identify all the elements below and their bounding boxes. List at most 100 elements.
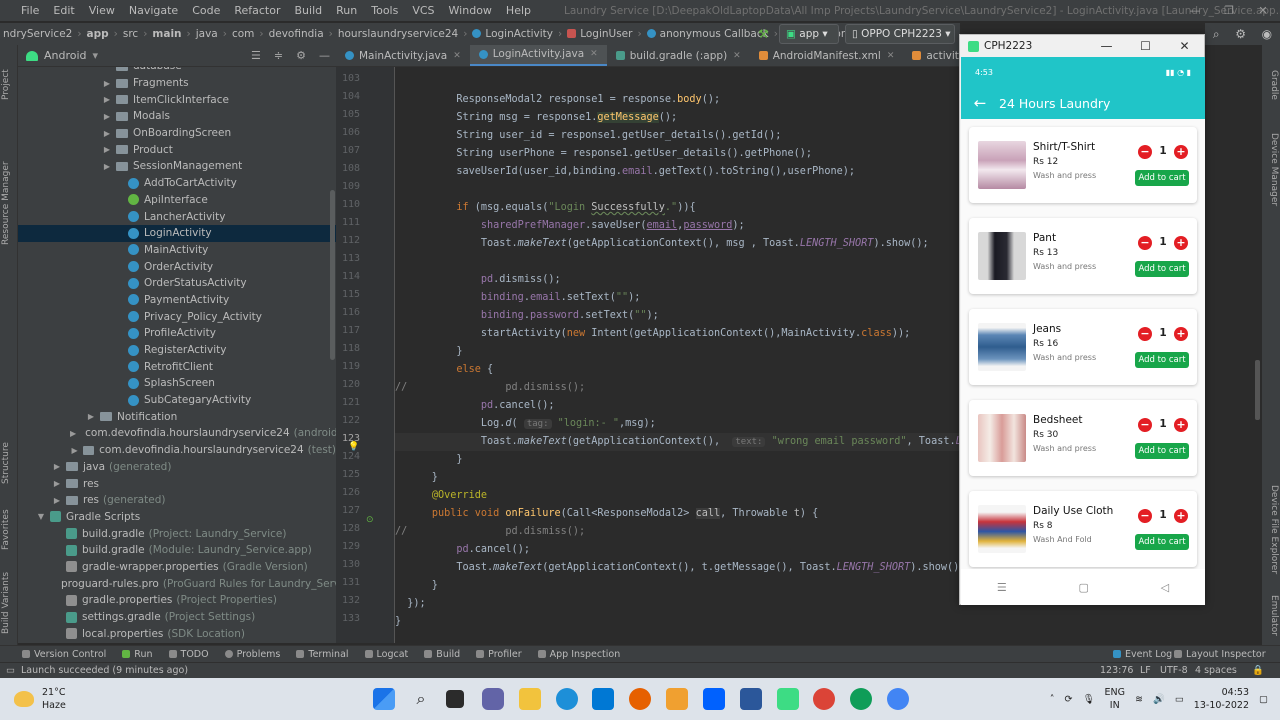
tab-build[interactable]: Build — [416, 649, 468, 660]
breadcrumb-devofindia[interactable]: devofindia — [266, 28, 327, 40]
avatar-icon[interactable]: ◉ — [1262, 27, 1272, 41]
vtab-emulator[interactable]: Emulator — [1263, 590, 1279, 640]
expand-all-icon[interactable]: ☰ — [251, 49, 261, 62]
chevron-right-icon[interactable]: ▶ — [52, 479, 62, 488]
tree-item[interactable]: AddToCartActivity — [18, 175, 336, 192]
menu-file[interactable]: File — [14, 4, 46, 17]
menu-vcs[interactable]: VCS — [405, 4, 441, 17]
increment-button[interactable]: + — [1174, 236, 1188, 250]
add-to-cart-button[interactable]: Add to cart — [1135, 352, 1189, 368]
tree-item[interactable]: OrderStatusActivity — [18, 275, 336, 292]
tree-item[interactable]: gradle-wrapper.properties (Gradle Version… — [18, 559, 336, 576]
decrement-button[interactable]: − — [1138, 418, 1152, 432]
add-to-cart-button[interactable]: Add to cart — [1135, 534, 1189, 550]
tab-manifest[interactable]: AndroidManifest.xml ✕ — [750, 45, 904, 66]
line-separator[interactable]: LF — [1140, 665, 1151, 676]
breadcrumb-package[interactable]: hourslaundryservice24 — [335, 28, 461, 40]
close-icon[interactable]: ✕ — [887, 51, 895, 61]
product-card[interactable]: Jeans Rs 16 Wash and press − 1 + Add to … — [969, 309, 1197, 385]
chevron-right-icon[interactable]: ▶ — [52, 496, 62, 505]
android-studio-taskbar-icon[interactable] — [777, 688, 799, 710]
tree-item[interactable]: ▶ Fragments — [18, 75, 336, 92]
close-icon[interactable]: ✕ — [1246, 0, 1280, 21]
tab-loginactivity[interactable]: LoginActivity.java ✕ — [469, 45, 607, 66]
menu-tools[interactable]: Tools — [364, 4, 405, 17]
menu-navigate[interactable]: Navigate — [122, 4, 185, 17]
vtab-gradle[interactable]: Gradle — [1263, 65, 1279, 105]
tree-item[interactable]: RegisterActivity — [18, 342, 336, 359]
editor-scrollbar[interactable] — [1255, 360, 1260, 420]
tree-scrollbar[interactable] — [330, 190, 335, 360]
tree-item[interactable]: ▶ SessionManagement — [18, 158, 336, 175]
tree-item[interactable]: ▶ Product — [18, 141, 336, 158]
tree-item[interactable]: ▶ Notification — [18, 408, 336, 425]
increment-button[interactable]: + — [1174, 327, 1188, 341]
product-card[interactable]: Daily Use Cloth Rs 8 Wash And Fold − 1 +… — [969, 491, 1197, 567]
search-icon[interactable]: ⌕ — [1213, 27, 1220, 42]
breadcrumb-class[interactable]: LoginActivity — [469, 28, 556, 40]
dropbox-icon[interactable] — [703, 688, 725, 710]
tab-build-gradle[interactable]: build.gradle (:app) ✕ — [607, 45, 750, 66]
back-icon[interactable]: ◁ — [1161, 581, 1169, 594]
breadcrumb-project[interactable]: ndryService2 — [0, 28, 75, 40]
tree-item[interactable]: ▶ res (generated) — [18, 492, 336, 509]
vtab-favorites[interactable]: Favorites — [1, 500, 17, 560]
chevron-right-icon[interactable]: ▶ — [102, 95, 112, 104]
increment-button[interactable]: + — [1174, 418, 1188, 432]
tab-logcat[interactable]: Logcat — [357, 649, 417, 660]
tree-item[interactable]: RetrofitClient — [18, 358, 336, 375]
menu-edit[interactable]: Edit — [46, 4, 81, 17]
tree-item[interactable]: SplashScreen — [18, 375, 336, 392]
chrome-icon[interactable] — [813, 688, 835, 710]
chevron-right-icon[interactable]: ▶ — [52, 462, 62, 471]
lock-icon[interactable]: 🔒 — [1252, 665, 1264, 676]
clock[interactable]: 04:53 13-10-2022 — [1194, 686, 1249, 712]
project-view-selector[interactable]: Android — [44, 49, 87, 62]
tab-todo[interactable]: TODO — [161, 649, 217, 660]
decrement-button[interactable]: − — [1138, 509, 1152, 523]
breadcrumb-app[interactable]: app — [84, 28, 112, 40]
breadcrumb-com[interactable]: com — [229, 28, 257, 40]
edge-icon[interactable] — [556, 688, 578, 710]
menu-icon[interactable]: ☰ — [997, 581, 1007, 594]
hammer-icon[interactable]: ⚒ — [758, 27, 769, 41]
minimize-icon[interactable]: — — [1178, 0, 1212, 21]
product-card[interactable]: Bedsheet Rs 30 Wash and press − 1 + Add … — [969, 400, 1197, 476]
language-indicator[interactable]: ENG IN — [1105, 686, 1125, 712]
tree-item[interactable]: ▶ OnBoardingScreen — [18, 125, 336, 142]
tree-item[interactable]: ▶ Modals — [18, 108, 336, 125]
tab-layout-inspector[interactable]: Layout Inspector — [1166, 649, 1274, 660]
chevron-right-icon[interactable]: ▶ — [102, 145, 112, 154]
tab-profiler[interactable]: Profiler — [468, 649, 529, 660]
status-toggle-icon[interactable]: ▭ — [6, 665, 15, 676]
chevron-up-icon[interactable]: ˄ — [1050, 694, 1055, 705]
tree-item[interactable]: ▶ com.devofindia.hourslaundryservice24 (te… — [18, 442, 337, 459]
tree-item[interactable]: ▶ java (generated) — [18, 459, 336, 476]
chevron-right-icon[interactable]: ▶ — [86, 412, 96, 421]
decrement-button[interactable]: − — [1138, 236, 1152, 250]
chat-icon[interactable] — [482, 688, 504, 710]
tree-item[interactable]: proguard-rules.pro (ProGuard Rules for La… — [18, 575, 336, 592]
tree-item[interactable]: local.properties (SDK Location) — [18, 625, 336, 642]
tree-item[interactable]: build.gradle (Project: Laundry_Service) — [18, 525, 336, 542]
run-config-dropdown[interactable]: ▣ app ▾ — [779, 24, 839, 44]
chrome-profile-2-icon[interactable] — [887, 688, 909, 710]
tab-version-control[interactable]: Version Control — [14, 649, 114, 660]
volume-icon[interactable]: 🔊 — [1153, 694, 1165, 705]
tab-run[interactable]: Run — [114, 649, 160, 660]
minimize-icon[interactable]: — — [1087, 39, 1126, 53]
tab-mainactivity[interactable]: MainActivity.java ✕ — [336, 45, 470, 66]
indent-setting[interactable]: 4 spaces — [1195, 665, 1237, 676]
device-dropdown[interactable]: ▯ OPPO CPH2223 ▾ — [845, 24, 955, 44]
product-card[interactable]: Shirt/T-Shirt Rs 12 Wash and press − 1 +… — [969, 127, 1197, 203]
code-editor[interactable]: ResponseModal2 response1 = response.body… — [395, 67, 960, 643]
maximize-icon[interactable]: ☐ — [1126, 39, 1165, 53]
vtab-build-variants[interactable]: Build Variants — [1, 565, 17, 640]
breadcrumb-callback[interactable]: anonymous Callback — [644, 28, 772, 40]
menu-code[interactable]: Code — [185, 4, 227, 17]
tree-item[interactable]: gradle.properties (Project Properties) — [18, 592, 336, 609]
tree-item[interactable]: MainActivity — [18, 242, 336, 259]
tree-item[interactable]: LoginActivity — [18, 224, 336, 242]
chrome-profile-icon[interactable] — [850, 688, 872, 710]
menu-refactor[interactable]: Refactor — [227, 4, 287, 17]
